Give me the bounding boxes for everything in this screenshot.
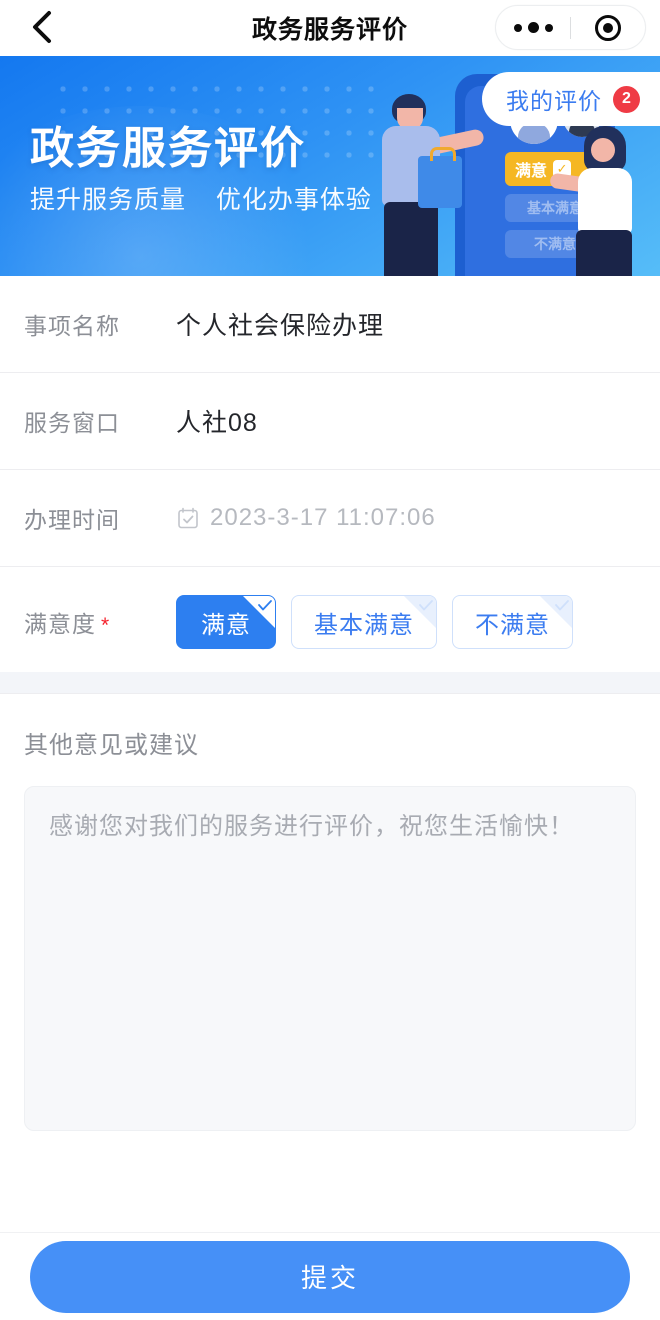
form-value-item-name: 个人社会保险办理 [176,312,385,340]
check-corner-icon [243,596,275,628]
person-right-face [591,138,615,162]
person-left-bag [418,147,462,208]
wechat-capsule [495,5,646,50]
comment-input[interactable]: 感谢您对我们的服务进行评价，祝您生活愉快！ [24,786,636,1131]
target-circle-icon[interactable] [571,14,645,42]
person-right-torso [578,168,632,234]
satisfaction-option-basically-satisfied[interactable]: 基本满意 [291,595,437,649]
form-value-service-window: 人社08 [176,409,258,437]
form-label-service-window: 服务窗口 [24,410,120,436]
comment-section: 其他意见或建议 感谢您对我们的服务进行评价，祝您生活愉快！ [0,695,660,1131]
evaluation-form: 事项名称 个人社会保险办理 服务窗口 人社08 办理时间 2023-3-17 1… [0,276,660,677]
satisfaction-options: 满意 基本满意 不满意 [176,595,573,649]
illustration-option-satisfied-label: 满意 [515,163,548,180]
footer-bar: 提交 [0,1232,660,1320]
more-dots-icon[interactable] [496,22,570,33]
form-label-item-name: 事项名称 [24,313,120,339]
submit-button[interactable]: 提交 [30,1240,630,1313]
form-row-process-time: 办理时间 2023-3-17 11:07:06 [0,470,660,567]
satisfaction-option-unsatisfied[interactable]: 不满意 [452,595,573,649]
form-value-process-time: 2023-3-17 11:07:06 [210,504,436,531]
banner-title: 政务服务评价 [30,124,306,173]
form-row-service-window: 服务窗口 人社08 [0,373,660,470]
check-corner-icon [540,596,572,628]
check-corner-icon [404,596,436,628]
my-reviews-tab[interactable]: 我的评价 2 [482,72,660,126]
satisfaction-option-basically-satisfied-label: 基本满意 [314,611,414,639]
form-value-process-time-wrap: 2023-3-17 11:07:06 [176,504,436,532]
person-left-legs [384,202,438,276]
form-row-satisfaction: 满意度 * 满意 基本满意 不满意 [0,567,660,677]
banner-subtitle: 提升服务质量 优化办事体验 [30,180,372,216]
satisfaction-label-text: 满意度 [24,611,96,637]
my-reviews-label: 我的评价 [506,88,602,114]
satisfaction-option-unsatisfied-label: 不满意 [475,611,550,639]
form-label-process-time: 办理时间 [24,507,120,533]
comment-label: 其他意见或建议 [24,732,199,759]
banner-subtitle-right: 优化办事体验 [215,186,372,214]
form-row-item-name: 事项名称 个人社会保险办理 [0,276,660,373]
calendar-check-icon [176,506,200,530]
my-reviews-badge: 2 [613,85,640,113]
person-right-legs [576,230,632,276]
banner-subtitle-left: 提升服务质量 [30,186,187,214]
required-asterisk: * [101,614,111,637]
satisfaction-option-satisfied[interactable]: 满意 [176,595,276,649]
form-label-satisfaction: 满意度 * [24,605,176,639]
section-divider [0,672,660,694]
